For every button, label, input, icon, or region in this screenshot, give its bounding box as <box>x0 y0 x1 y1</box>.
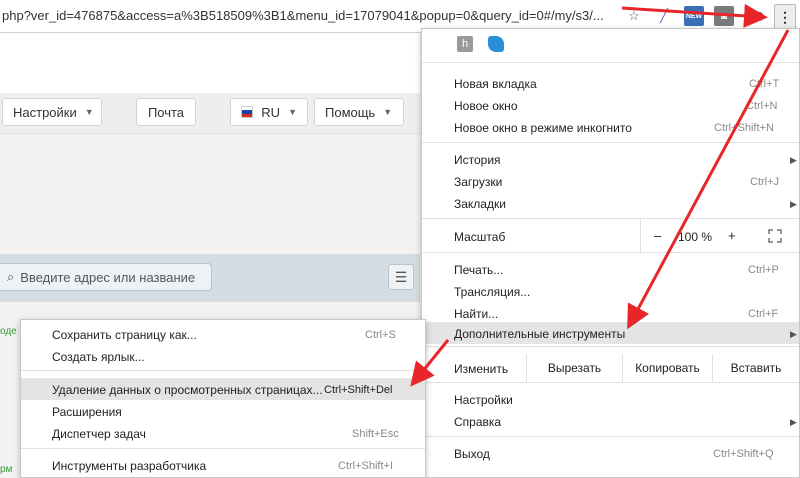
shortcut-label: Ctrl+S <box>365 329 396 341</box>
menu-separator <box>422 62 799 63</box>
url-field[interactable]: php?ver_id=476875&access=a%3B518509%3B1&… <box>2 8 604 23</box>
zoom-label: Масштаб <box>454 230 506 244</box>
three-dots-icon[interactable]: ⋮ <box>774 4 796 30</box>
settings-dropdown[interactable]: Настройки ▼ <box>2 98 102 126</box>
cut-button[interactable]: Вырезать <box>526 354 622 382</box>
submenu-save-page[interactable]: Сохранить страницу как... <box>52 328 197 342</box>
ext-h-icon[interactable]: h <box>457 36 473 52</box>
menu-new-window[interactable]: Новое окно <box>454 99 518 113</box>
mail-button[interactable]: Почта <box>136 98 196 126</box>
menu-separator <box>422 346 799 347</box>
russian-flag-icon <box>241 106 254 118</box>
zoom-in-button[interactable]: + <box>728 228 736 243</box>
shortcut-label: Ctrl+P <box>748 264 779 276</box>
menu-more-tools[interactable]: Дополнительные инструменты <box>454 327 625 341</box>
menu-new-tab[interactable]: Новая вкладка <box>454 77 537 91</box>
menu-settings[interactable]: Настройки <box>454 393 513 407</box>
menu-print[interactable]: Печать... <box>454 263 503 277</box>
owl-ext-icon[interactable]: ʘʘ <box>744 6 764 26</box>
paste-button[interactable]: Вставить <box>712 354 799 382</box>
menu-help[interactable]: Справка <box>454 415 501 429</box>
edit-label: Изменить <box>454 362 509 376</box>
shortcut-label: Ctrl+Shift+Del <box>324 384 393 396</box>
submenu-create-shortcut[interactable]: Создать ярлык... <box>52 350 145 364</box>
search-placeholder: Введите адрес или название <box>20 269 196 285</box>
shortcut-label: Ctrl+Shift+Q <box>713 448 774 460</box>
menu-separator <box>422 252 799 253</box>
submenu-extensions[interactable]: Расширения <box>52 405 122 419</box>
ext-leaf-icon[interactable] <box>488 36 504 52</box>
language-dropdown[interactable]: RU ▼ <box>230 98 308 126</box>
page-header-area <box>0 33 420 93</box>
caret-down-icon: ▼ <box>383 107 393 117</box>
page-link-fragment[interactable]: рм <box>0 464 12 475</box>
submenu-task-manager[interactable]: Диспетчер задач <box>52 427 146 441</box>
menu-separator <box>422 218 799 219</box>
menu-incognito-window[interactable]: Новое окно в режиме инкогнито <box>454 121 632 135</box>
copy-button[interactable]: Копировать <box>622 354 712 382</box>
shortcut-label: Ctrl+F <box>748 308 779 320</box>
submenu-arrow-icon: ▶ <box>790 329 797 339</box>
menu-separator <box>422 142 799 143</box>
mail-label: Почта <box>147 104 185 120</box>
feather-icon[interactable]: ╱ <box>654 6 674 26</box>
shortcut-label: Shift+Esc <box>352 428 399 440</box>
address-search-input[interactable]: ⌕ Введите адрес или название <box>0 263 212 291</box>
caret-down-icon: ▼ <box>84 107 94 117</box>
settings-label: Настройки <box>13 104 77 120</box>
caret-down-icon: ▼ <box>288 107 297 117</box>
zoom-out-button[interactable]: – <box>654 228 661 243</box>
menu-separator <box>422 382 799 383</box>
new-badge-text: NEW <box>685 12 703 20</box>
shortcut-label: Ctrl+N <box>746 100 778 112</box>
menu-separator <box>422 436 799 437</box>
help-label: Помощь <box>325 104 376 120</box>
language-label: RU <box>261 104 281 120</box>
submenu-developer-tools[interactable]: Инструменты разработчика <box>52 459 206 473</box>
shortcut-label: Ctrl+Shift+N <box>714 122 774 134</box>
menu-separator <box>21 448 425 449</box>
menu-find[interactable]: Найти... <box>454 307 498 321</box>
menu-bookmarks[interactable]: Закладки <box>454 197 506 211</box>
shortcut-label: Ctrl+Shift+I <box>338 460 394 472</box>
shortcut-label: Ctrl+J <box>750 176 780 188</box>
submenu-arrow-icon: ▶ <box>790 155 797 165</box>
menu-history[interactable]: История <box>454 153 501 167</box>
fullscreen-icon[interactable] <box>768 229 782 243</box>
menu-exit[interactable]: Выход <box>454 447 490 461</box>
chrome-main-menu <box>421 28 800 478</box>
submenu-clear-browsing-data[interactable]: Удаление данных о просмотренных страница… <box>52 383 323 397</box>
submenu-arrow-icon: ▶ <box>790 417 797 427</box>
shortcut-label: Ctrl+T <box>749 78 780 90</box>
menu-cast[interactable]: Трансляция... <box>454 285 530 299</box>
menu-separator <box>21 370 425 371</box>
help-dropdown[interactable]: Помощь ▼ <box>314 98 404 126</box>
gray-ext-icon[interactable]: ◙ <box>714 6 734 26</box>
zoom-value: 100 % <box>678 230 713 244</box>
search-icon: ⌕ <box>7 269 15 284</box>
submenu-arrow-icon: ▶ <box>790 199 797 209</box>
menu-downloads[interactable]: Загрузки <box>454 175 502 189</box>
page-link-fragment[interactable]: оде <box>0 326 17 337</box>
list-view-button[interactable]: ☰ <box>388 264 414 290</box>
star-icon[interactable]: ☆ <box>624 6 644 26</box>
new-badge-icon[interactable]: NEW <box>684 6 704 26</box>
